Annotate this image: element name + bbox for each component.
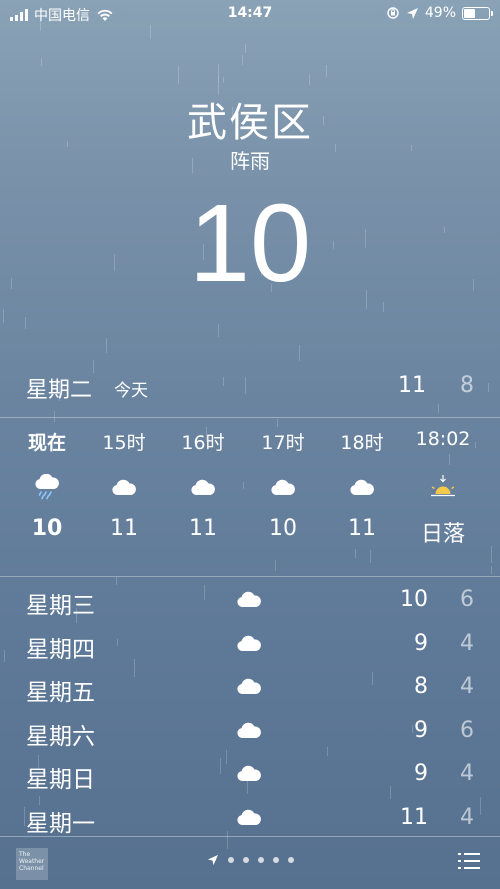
page-indicator[interactable] (0, 854, 500, 866)
status-right: 49% (386, 5, 493, 21)
hour-temperature: 11 (110, 516, 138, 541)
battery-icon (462, 6, 493, 20)
daily-row: 星期四 9 4 (0, 624, 500, 668)
today-low: 8 (460, 373, 474, 398)
hour-label: 18:02 (415, 428, 471, 450)
cloud-icon (236, 634, 262, 656)
current-temperature: 10 (188, 182, 312, 305)
today-summary: 星期二 今天 11 8 (0, 368, 500, 408)
divider (0, 417, 500, 418)
divider (0, 576, 500, 577)
battery-percent: 49% (424, 5, 456, 21)
day-low: 4 (460, 804, 474, 830)
page-dot[interactable] (242, 857, 249, 863)
daily-row: 星期一 11 4 (0, 798, 500, 842)
day-high: 10 (400, 587, 428, 612)
day-high: 8 (414, 674, 428, 699)
day-name: 星期三 (26, 593, 95, 619)
hour-temperature: 10 (269, 516, 297, 541)
list-icon[interactable] (458, 853, 480, 869)
cloud-icon (236, 677, 262, 699)
location-arrow-icon (406, 7, 418, 19)
cloud-icon (243, 458, 323, 516)
cloud-icon (236, 721, 262, 743)
hour-label: 现在 (27, 432, 66, 454)
bottom-bar: The Weather Channel (0, 836, 500, 889)
rain-cloud-icon (7, 458, 87, 516)
hourly-item: 18:02 日落 (403, 428, 483, 548)
hour-label: 15时 (102, 432, 146, 454)
day-name: 星期一 (26, 810, 95, 837)
day-high: 9 (414, 717, 428, 743)
day-low: 4 (460, 674, 474, 699)
cloud-icon (236, 590, 262, 612)
day-low: 6 (460, 717, 474, 743)
hourly-item: 15时 11 (84, 428, 164, 541)
day-low: 4 (460, 630, 474, 656)
hourly-item: 17时 10 (243, 428, 323, 541)
day-name: 星期五 (26, 680, 95, 706)
day-high: 11 (400, 804, 428, 830)
cloud-icon (236, 764, 262, 786)
sunset-icon (403, 458, 483, 516)
hour-temperature: 11 (189, 516, 217, 541)
daily-row: 星期日 9 4 (0, 754, 500, 798)
hourly-item: 现在 10 (7, 428, 87, 541)
hour-label: 16时 (181, 432, 225, 454)
daily-forecast[interactable]: 星期三 10 6 星期四 9 4 星期五 8 4 星期六 9 6 星期日 9 4 星期一 11 4 (0, 580, 500, 841)
battery-fill (464, 8, 475, 18)
day-name: 星期日 (26, 767, 95, 793)
cloud-icon (163, 458, 243, 516)
daily-row: 星期六 9 6 (0, 711, 500, 755)
day-low: 6 (460, 587, 474, 612)
page-dot[interactable] (287, 857, 294, 863)
hourly-item: 18时 11 (322, 428, 402, 541)
page-dot[interactable] (272, 857, 279, 863)
hourly-forecast[interactable]: 现在 10 15时 11 16时 11 17时 10 18时 11 18:02 日落 (0, 428, 500, 573)
cloud-icon (236, 808, 262, 830)
page-dot[interactable] (227, 857, 234, 863)
weather-condition: 阵雨 (230, 149, 270, 173)
day-name: 星期四 (26, 636, 95, 663)
hour-label: 18时 (340, 432, 384, 454)
today-high: 11 (398, 373, 426, 398)
hour-temperature: 10 (31, 516, 63, 541)
city-name: 武侯区 (187, 100, 313, 146)
day-low: 4 (460, 761, 474, 786)
daily-row: 星期五 8 4 (0, 667, 500, 711)
hour-label: 17时 (261, 432, 305, 454)
page-dot[interactable] (257, 857, 264, 863)
hour-temperature: 11 (348, 516, 376, 541)
today-label: 今天 (114, 381, 148, 401)
cloud-icon (84, 458, 164, 516)
cloud-icon (322, 458, 402, 516)
day-high: 9 (414, 630, 428, 656)
location-page-icon[interactable] (207, 854, 219, 866)
hourly-item: 16时 11 (163, 428, 243, 541)
orientation-lock-icon (387, 7, 399, 19)
status-bar: 中国电信 14:47 49% (0, 0, 500, 28)
day-name: 星期六 (26, 723, 95, 750)
day-high: 9 (414, 761, 428, 786)
daily-row: 星期三 10 6 (0, 580, 500, 624)
today-day: 星期二 (26, 378, 93, 403)
hour-temperature: 日落 (420, 522, 465, 547)
